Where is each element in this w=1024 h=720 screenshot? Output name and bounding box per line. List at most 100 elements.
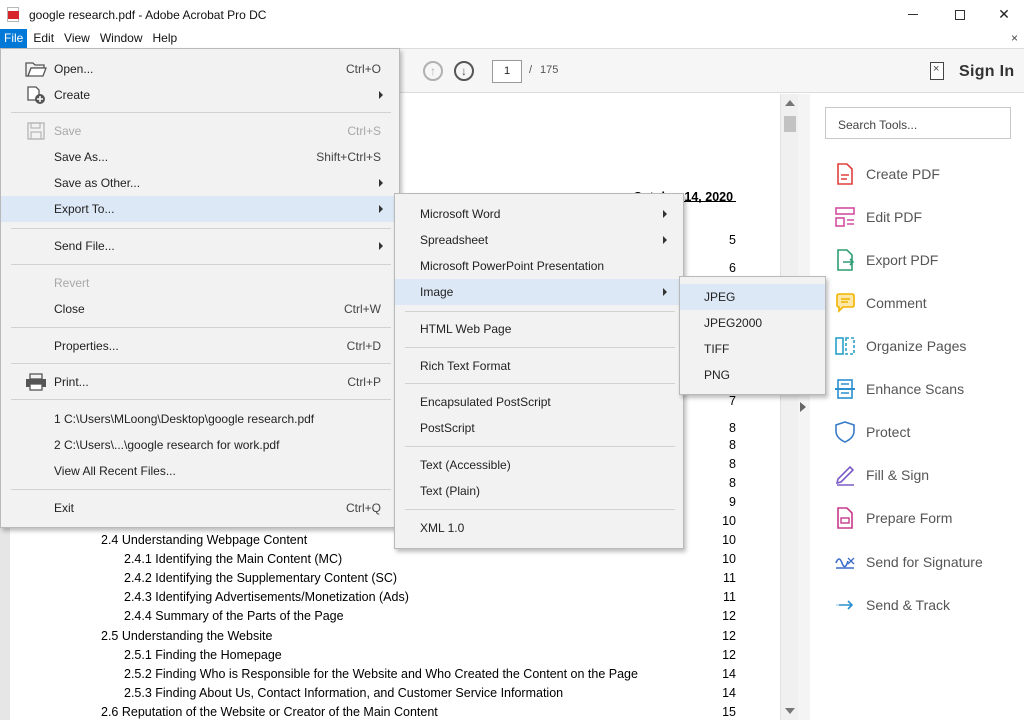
close-window-button[interactable]: ✕	[982, 0, 1024, 29]
menu-close[interactable]: Close Ctrl+W	[1, 296, 399, 322]
menu-window[interactable]: Window	[96, 29, 147, 48]
menu-view[interactable]: View	[60, 29, 94, 48]
page-total: 175	[540, 64, 559, 76]
export-powerpoint[interactable]: Microsoft PowerPoint Presentation	[395, 253, 683, 279]
tool-label: Export PDF	[866, 252, 939, 268]
tool-label: Enhance Scans	[866, 381, 965, 397]
menu-edit[interactable]: Edit	[29, 29, 58, 48]
menu-save-as[interactable]: Save As... Shift+Ctrl+S	[1, 144, 399, 170]
toc-entry[interactable]: 2.4.1 Identifying the Main Content (MC)	[124, 552, 342, 566]
menu-create[interactable]: Create	[1, 82, 399, 108]
export-text-plain[interactable]: Text (Plain)	[395, 478, 683, 504]
toc-entry[interactable]: 2.6 Reputation of the Website or Creator…	[101, 705, 438, 719]
export-pdf-icon	[837, 249, 855, 271]
toc-entry[interactable]: 2.4.4 Summary of the Parts of the Page	[124, 609, 344, 623]
page-number-input[interactable]: 1	[492, 60, 522, 83]
submenu-arrow-icon	[379, 242, 383, 250]
image-jpeg[interactable]: JPEG	[680, 284, 825, 310]
tool-enhance-scans[interactable]: Enhance Scans	[834, 377, 964, 401]
menu-help[interactable]: Help	[149, 29, 182, 48]
submenu-arrow-icon	[663, 236, 667, 244]
collapse-pane-icon[interactable]	[800, 402, 806, 412]
toc-entry[interactable]: 2.5.3 Finding About Us, Contact Informat…	[124, 686, 563, 700]
export-word[interactable]: Microsoft Word	[395, 201, 683, 227]
toc-page-number: 12	[722, 628, 736, 643]
window-title: google research.pdf - Adobe Acrobat Pro …	[29, 7, 267, 22]
menu-bar: File Edit View Window Help	[0, 29, 1024, 48]
minimize-button[interactable]	[891, 0, 935, 29]
tool-edit-pdf[interactable]: Edit PDF	[834, 205, 922, 229]
menu-file[interactable]: File	[0, 29, 28, 48]
menu-separator	[405, 383, 675, 384]
scroll-thumb[interactable]	[784, 116, 796, 132]
tool-label: Organize Pages	[866, 338, 967, 354]
tool-organize-pages[interactable]: Organize Pages	[834, 334, 966, 358]
export-html[interactable]: HTML Web Page	[395, 316, 683, 342]
menu-separator	[11, 264, 391, 265]
export-rtf[interactable]: Rich Text Format	[395, 353, 683, 379]
menu-separator	[11, 363, 391, 364]
menu-print[interactable]: Print... Ctrl+P	[1, 369, 399, 395]
menu-save-as-other[interactable]: Save as Other...	[1, 170, 399, 196]
tools-pane	[810, 94, 1024, 720]
toc-page-number: 8	[729, 421, 736, 435]
toc-page-number: 14	[722, 666, 736, 681]
export-spreadsheet[interactable]: Spreadsheet	[395, 227, 683, 253]
prepare-form-icon	[837, 507, 853, 529]
scroll-up-icon[interactable]	[785, 100, 795, 106]
export-postscript[interactable]: PostScript	[395, 415, 683, 441]
tool-label: Fill & Sign	[866, 467, 930, 483]
menu-separator	[11, 228, 391, 229]
toc-page-number: 8	[729, 476, 736, 490]
vertical-scrollbar[interactable]	[780, 94, 798, 720]
edit-pdf-icon	[835, 207, 855, 227]
image-jpeg2000[interactable]: JPEG2000	[680, 310, 825, 336]
toc-page-number: 8	[729, 438, 736, 452]
tool-export-pdf[interactable]: Export PDF	[834, 248, 938, 272]
tool-protect[interactable]: Protect	[834, 420, 910, 444]
maximize-button[interactable]	[938, 0, 982, 29]
menu-export-to[interactable]: Export To...	[1, 196, 399, 222]
menu-recent-file-1[interactable]: 1 C:\Users\MLoong\Desktop\google researc…	[1, 406, 399, 432]
menu-recent-file-2[interactable]: 2 C:\Users\...\google research for work.…	[1, 432, 399, 458]
toc-entry[interactable]: 2.5.1 Finding the Homepage	[124, 648, 282, 662]
export-image[interactable]: Image	[395, 279, 683, 305]
toc-page-number: 5	[729, 233, 736, 247]
search-tools-input[interactable]: Search Tools...	[825, 107, 1011, 139]
acrobat-pdf-icon	[7, 6, 21, 23]
export-xml[interactable]: XML 1.0	[395, 515, 683, 541]
image-submenu: JPEG JPEG2000 TIFF PNG	[679, 276, 826, 395]
tool-send-signature[interactable]: Send for Signature	[834, 550, 983, 574]
menu-send-file[interactable]: Send File...	[1, 233, 399, 259]
image-png[interactable]: PNG	[680, 362, 825, 388]
menu-properties[interactable]: Properties... Ctrl+D	[1, 333, 399, 359]
tool-create-pdf[interactable]: Create PDF	[834, 162, 940, 186]
toc-entry[interactable]: 2.4.2 Identifying the Supplementary Cont…	[124, 571, 397, 585]
toc-entry[interactable]: 2.5 Understanding the Website	[101, 629, 272, 643]
submenu-arrow-icon	[379, 91, 383, 99]
toc-entry[interactable]: 2.4.3 Identifying Advertisements/Monetiz…	[124, 590, 409, 604]
menu-open[interactable]: Open... Ctrl+O	[1, 56, 399, 82]
tool-label: Send & Track	[866, 597, 951, 613]
next-page-button[interactable]: ↓	[454, 61, 474, 81]
tool-prepare-form[interactable]: Prepare Form	[834, 506, 952, 530]
toc-entry[interactable]: 2.4 Understanding Webpage Content	[101, 533, 307, 547]
tool-fill-sign[interactable]: Fill & Sign	[834, 463, 929, 487]
tool-send-track[interactable]: Send & Track	[834, 593, 950, 617]
organize-pages-icon	[835, 337, 855, 355]
export-text-accessible[interactable]: Text (Accessible)	[395, 452, 683, 478]
toc-entry[interactable]: 2.5.2 Finding Who is Responsible for the…	[124, 667, 638, 681]
close-document-button[interactable]: ×	[1011, 29, 1018, 48]
tool-comment[interactable]: Comment	[834, 291, 927, 315]
menu-save[interactable]: Save Ctrl+S	[1, 118, 399, 144]
menu-revert[interactable]: Revert	[1, 270, 399, 296]
menu-exit[interactable]: Exit Ctrl+Q	[1, 495, 399, 521]
menu-separator	[405, 311, 675, 312]
sign-in-icon[interactable]	[930, 62, 944, 80]
menu-view-all-recent[interactable]: View All Recent Files...	[1, 458, 399, 484]
export-eps[interactable]: Encapsulated PostScript	[395, 389, 683, 415]
sign-in-button[interactable]: Sign In	[959, 63, 1014, 81]
previous-page-button[interactable]: ↑	[423, 61, 443, 81]
scroll-down-icon[interactable]	[785, 708, 795, 714]
image-tiff[interactable]: TIFF	[680, 336, 825, 362]
